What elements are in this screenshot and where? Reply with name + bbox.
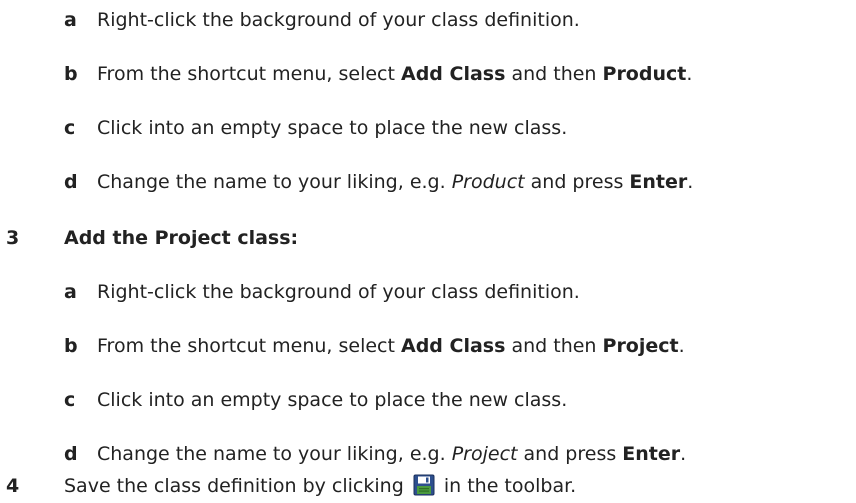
- text-segment: From the shortcut menu, select: [97, 335, 401, 357]
- example-term: Project: [451, 443, 518, 465]
- substep-letter: b: [64, 335, 78, 357]
- step-number: 3: [6, 227, 20, 249]
- substep-text: From the shortcut menu, select Add Class…: [97, 62, 692, 86]
- step-number: 4: [6, 475, 20, 497]
- substep-text: Change the name to your liking, e.g. Pro…: [97, 442, 686, 466]
- text-segment: in the toolbar.: [437, 475, 577, 497]
- save-icon: [413, 474, 435, 496]
- text-segment: From the shortcut menu, select: [97, 63, 401, 85]
- text-segment: Save the class definition by clicking: [64, 475, 410, 497]
- step-text: Save the class definition by clicking in…: [64, 474, 576, 498]
- step-heading: Add the Project class:: [64, 227, 299, 249]
- text-segment: .: [686, 63, 693, 85]
- substep-text: Right-click the background of your class…: [97, 9, 580, 31]
- substep-letter: d: [64, 443, 78, 465]
- menu-term: Add Class: [401, 63, 506, 85]
- text-segment: .: [678, 335, 685, 357]
- text-segment: and then: [505, 335, 603, 357]
- substep-letter: b: [64, 63, 78, 85]
- text-segment: and press: [517, 443, 623, 465]
- substep-text: Click into an empty space to place the n…: [97, 117, 568, 139]
- text-segment: and then: [505, 63, 603, 85]
- text-segment: Change the name to your liking, e.g.: [97, 171, 452, 193]
- substep-letter: d: [64, 171, 78, 193]
- example-term: Product: [451, 171, 525, 193]
- substep-letter: c: [64, 117, 76, 139]
- key-term: Enter: [622, 443, 681, 465]
- text-segment: .: [687, 171, 694, 193]
- substep-letter: c: [64, 389, 76, 411]
- substep-letter: a: [64, 281, 77, 303]
- substep-text: Change the name to your liking, e.g. Pro…: [97, 170, 693, 194]
- substep-text: From the shortcut menu, select Add Class…: [97, 334, 685, 358]
- key-term: Enter: [629, 171, 688, 193]
- menu-term: Project: [602, 335, 679, 357]
- menu-term: Product: [602, 63, 687, 85]
- menu-term: Add Class: [401, 335, 506, 357]
- text-segment: and press: [524, 171, 630, 193]
- text-segment: .: [680, 443, 687, 465]
- substep-letter: a: [64, 9, 77, 31]
- substep-text: Right-click the background of your class…: [97, 281, 580, 303]
- substep-text: Click into an empty space to place the n…: [97, 389, 568, 411]
- text-segment: Change the name to your liking, e.g.: [97, 443, 452, 465]
